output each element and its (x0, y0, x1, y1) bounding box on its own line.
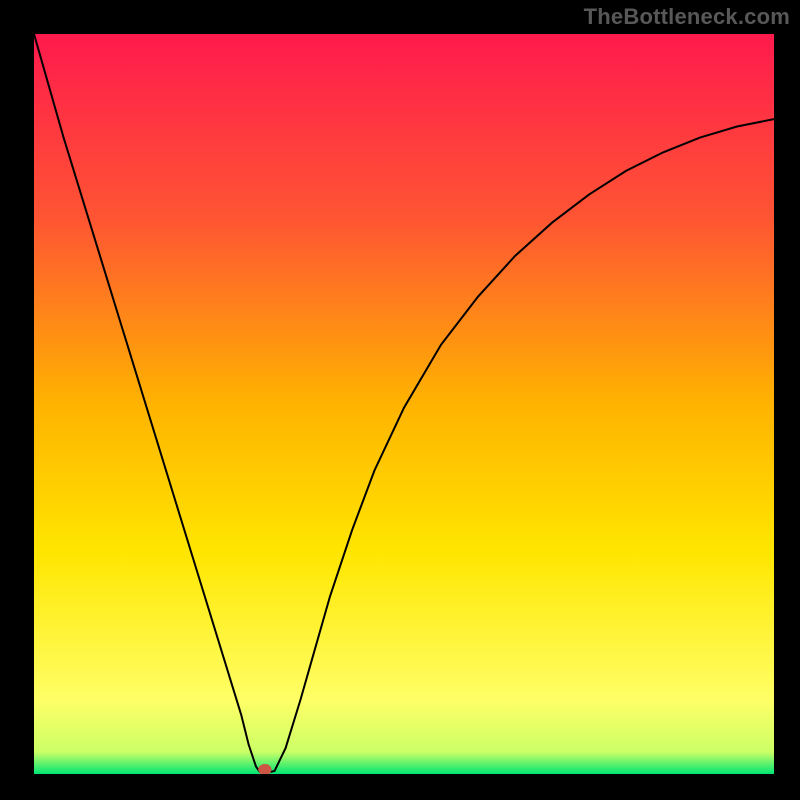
chart-frame: TheBottleneck.com (0, 0, 800, 800)
attribution-text: TheBottleneck.com (584, 4, 790, 30)
plot-area (34, 34, 774, 774)
chart-svg (34, 34, 774, 774)
